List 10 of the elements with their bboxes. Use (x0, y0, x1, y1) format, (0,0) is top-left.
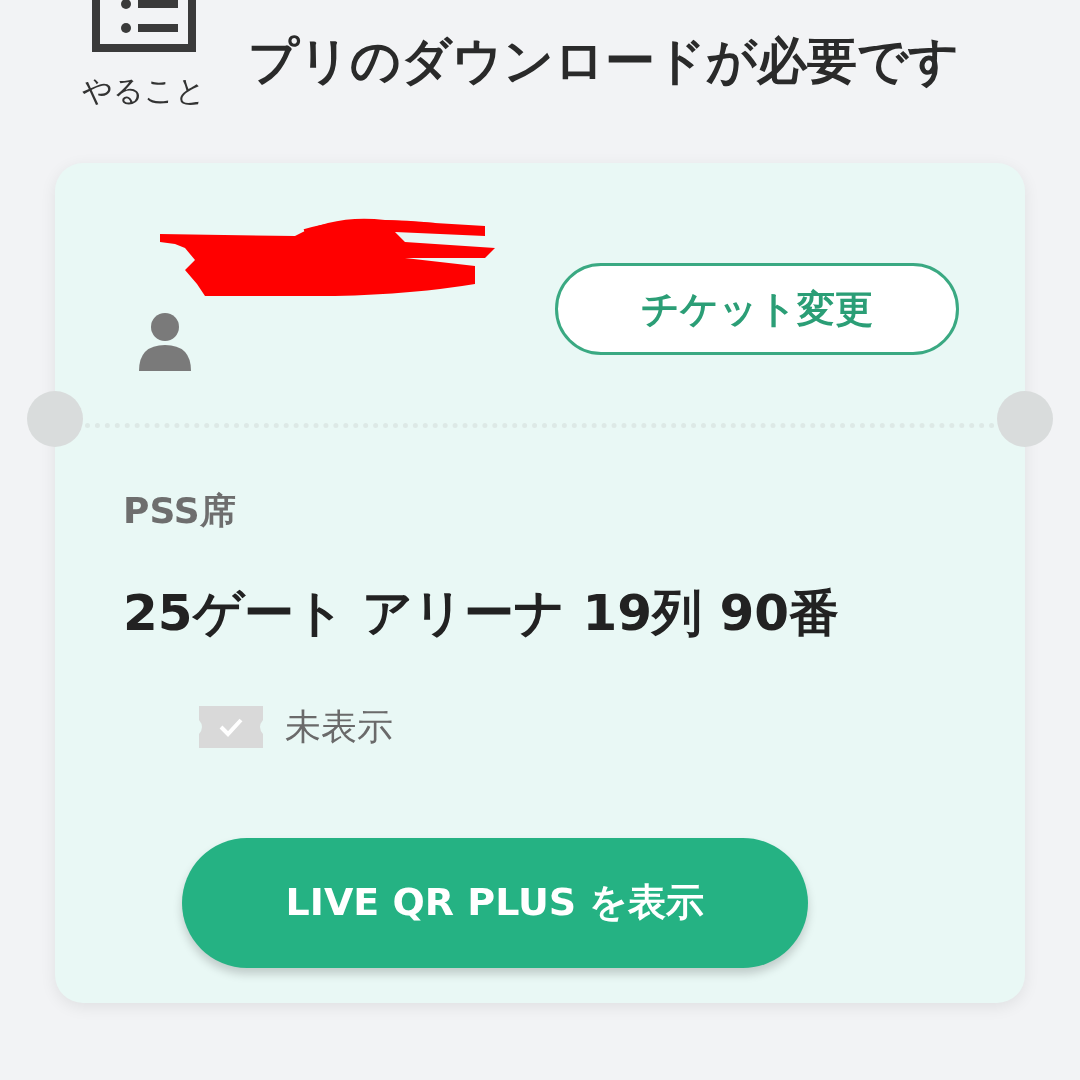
person-icon (137, 311, 193, 371)
show-qr-button[interactable]: LIVE QR PLUS を表示 (182, 837, 808, 968)
todo-label: やること (82, 72, 206, 110)
change-ticket-button[interactable]: チケット変更 (555, 263, 959, 355)
seat-type: PSS席 (123, 489, 236, 533)
ticket-notch (27, 391, 83, 447)
seat-info: 25ゲート アリーナ 19列 90番 (123, 584, 839, 642)
task-text: プリのダウンロードが必要です (248, 31, 960, 92)
display-status: 未表示 (285, 704, 393, 749)
ticket-notch (997, 391, 1053, 447)
